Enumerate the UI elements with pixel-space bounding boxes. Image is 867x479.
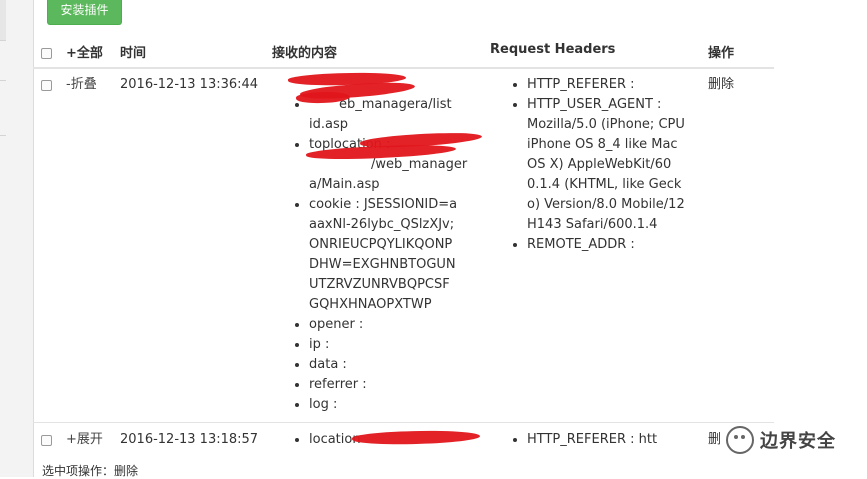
header-content: 接收的内容: [272, 46, 338, 61]
batch-delete-link[interactable]: 删除: [114, 464, 138, 478]
row-time: 2016-12-13 13:36:44: [120, 77, 259, 92]
header-actions: 操作: [708, 46, 735, 61]
expand-link[interactable]: +展开: [66, 430, 103, 450]
row-checkbox[interactable]: [41, 80, 52, 91]
header-time: 时间: [120, 46, 147, 61]
request-headers-list: HTTP_REFERER : HTTP_USER_AGENT : Mozilla…: [510, 75, 710, 255]
content-item-ip: ip :: [292, 335, 482, 355]
sidebar-edge-2: [0, 44, 6, 81]
select-all-checkbox[interactable]: [41, 48, 52, 59]
batch-actions: 选中项操作：删除: [42, 462, 138, 479]
right-margin: [775, 0, 867, 477]
header-item-user-agent: HTTP_USER_AGENT : Mozilla/5.0 (iPhone; C…: [510, 95, 710, 235]
watermark: 边界安全: [726, 424, 836, 456]
header-item-referer: HTTP_REFERER : htt: [510, 430, 710, 450]
sidebar-edge-1: [0, 0, 6, 41]
row-divider: [33, 422, 774, 423]
request-headers-list: HTTP_REFERER : htt: [510, 430, 710, 450]
header-request-headers: Request Headers: [490, 42, 616, 57]
content-item-cookie: cookie : JSESSIONID=a aaxNl-26lybc_QSlzX…: [292, 195, 482, 315]
sidebar-edge-3: [0, 95, 6, 136]
content-item-log: log :: [292, 395, 482, 415]
header-item-remote-addr: REMOTE_ADDR :: [510, 235, 710, 255]
content-item-referrer: referrer :: [292, 375, 482, 395]
row-checkbox[interactable]: [41, 435, 52, 446]
collapse-link[interactable]: -折叠: [66, 75, 97, 95]
header-item-referer: HTTP_REFERER :: [510, 75, 710, 95]
delete-link[interactable]: 删除: [708, 75, 734, 95]
wechat-logo-icon: [726, 426, 754, 454]
left-sidebar-strip: [0, 0, 34, 477]
toggle-all-link[interactable]: +全部: [66, 42, 103, 61]
batch-actions-label: 选中项操作：: [42, 464, 115, 478]
install-plugin-button[interactable]: 安装插件: [47, 0, 122, 25]
delete-link[interactable]: 删: [708, 430, 721, 450]
watermark-text: 边界安全: [760, 431, 836, 452]
content-item-opener: opener :: [292, 315, 482, 335]
row-time: 2016-12-13 13:18:57: [120, 432, 259, 447]
content-item-data: data :: [292, 355, 482, 375]
